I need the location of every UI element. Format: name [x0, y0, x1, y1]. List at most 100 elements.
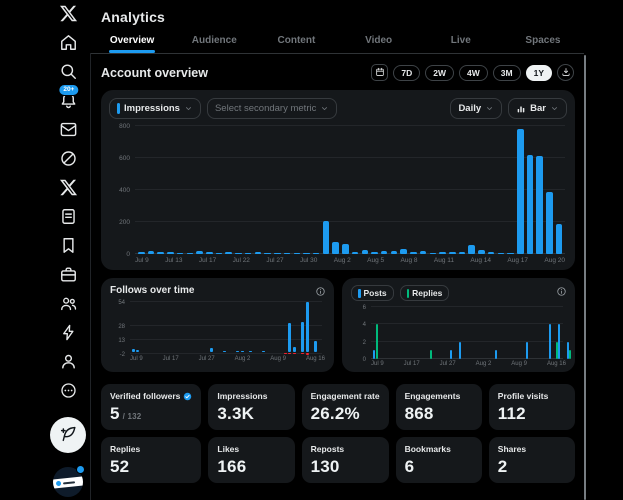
impressions-bar	[157, 252, 164, 254]
calendar-icon	[375, 65, 385, 80]
tab-label: Spaces	[525, 35, 560, 46]
x-tick-label: Aug 16	[547, 361, 566, 367]
range-4w-button[interactable]: 4W	[459, 65, 488, 81]
stat-label-text: Engagements	[405, 391, 461, 401]
download-button[interactable]	[557, 64, 574, 81]
impressions-bar	[439, 252, 446, 254]
sidebar-communities-button[interactable]	[56, 293, 80, 317]
x-tick-label: Aug 20	[544, 257, 565, 264]
day-slot	[206, 302, 209, 354]
sidebar-lists-button[interactable]	[56, 206, 80, 230]
follows-info-button[interactable]	[315, 285, 326, 296]
day-slot	[141, 302, 144, 354]
tab-spaces[interactable]: Spaces	[502, 28, 584, 53]
compose-post-button[interactable]	[50, 417, 86, 453]
stat-value: 868	[405, 404, 473, 424]
avatar-logo-mark	[56, 481, 61, 486]
impressions-bar	[313, 253, 320, 254]
sidebar-verified-orgs-button[interactable]	[56, 322, 80, 346]
calendar-button[interactable]	[371, 64, 388, 81]
premium-icon	[59, 178, 78, 200]
primary-metric-label: Impressions	[124, 103, 180, 114]
sidebar-bookmarks-button[interactable]	[56, 235, 80, 259]
day-slot	[202, 302, 205, 354]
more-icon	[59, 381, 78, 403]
stat-value: 2	[498, 457, 566, 477]
range-2w-button[interactable]: 2W	[425, 65, 454, 81]
posts-legend-toggle[interactable]: Posts	[351, 285, 394, 301]
sidebar-more-button[interactable]	[56, 380, 80, 404]
sidebar-search-button[interactable]	[56, 61, 80, 85]
x-tick-label: Aug 9	[270, 356, 286, 362]
active-tab-indicator	[109, 50, 155, 53]
sidebar-nav: 20+	[0, 0, 90, 500]
impressions-chart-card: Impressions Select secondary metric Dail…	[101, 90, 575, 270]
impressions-bar	[264, 253, 271, 254]
x-tick-label: Jul 27	[440, 361, 456, 367]
posts-x-axis: Jul 9Jul 17Jul 27Aug 2Aug 9Aug 16	[371, 361, 566, 367]
posts-bar	[495, 350, 497, 359]
tab-content[interactable]: Content	[255, 28, 337, 53]
follows-bar	[262, 351, 265, 352]
stat-tile-impressions: Impressions3.3K	[208, 384, 294, 430]
range-1y-button[interactable]: 1Y	[526, 65, 552, 81]
main-content: Analytics OverviewAudienceContentVideoLi…	[91, 0, 584, 500]
sidebar-x-logo-button[interactable]	[56, 3, 80, 27]
sidebar-notifications-button[interactable]: 20+	[56, 90, 80, 114]
tab-video[interactable]: Video	[338, 28, 420, 53]
secondary-charts-row: Follows over time 542813-2 Jul 9Jul 17Ju…	[101, 278, 575, 372]
day-slot	[184, 302, 187, 354]
x-tick-label: Aug 2	[476, 361, 492, 367]
stat-label: Profile visits	[498, 391, 566, 401]
tab-overview[interactable]: Overview	[91, 28, 173, 53]
day-slot	[249, 302, 252, 354]
impressions-bar	[459, 252, 466, 254]
chart-type-dropdown[interactable]: Bar	[508, 98, 567, 119]
tab-audience[interactable]: Audience	[173, 28, 255, 53]
replies-legend-toggle[interactable]: Replies	[400, 285, 450, 301]
impressions-bar	[449, 252, 456, 254]
impressions-bar	[177, 253, 184, 254]
range-3m-button[interactable]: 3M	[493, 65, 521, 81]
x-tick-label: Jul 13	[165, 257, 182, 264]
sidebar-jobs-button[interactable]	[56, 264, 80, 288]
impressions-bar	[342, 244, 349, 254]
impressions-bar	[362, 250, 369, 254]
search-icon	[59, 62, 78, 84]
primary-metric-dropdown[interactable]: Impressions	[109, 98, 201, 119]
day-slot	[136, 302, 139, 354]
stat-tile-verified-followers: Verified followers5/ 132	[101, 384, 201, 430]
frequency-dropdown[interactable]: Daily	[450, 98, 502, 119]
sidebar-profile-button[interactable]	[56, 351, 80, 375]
day-slot	[180, 302, 183, 354]
day-slot	[271, 302, 274, 354]
sidebar-messages-button[interactable]	[56, 119, 80, 143]
impressions-bar	[196, 251, 203, 254]
bars-layer	[132, 302, 322, 354]
stat-value-number: 166	[217, 457, 246, 477]
sidebar-grok-button[interactable]	[56, 148, 80, 172]
chevron-down-icon	[550, 104, 559, 113]
day-slot	[275, 302, 278, 354]
day-slot	[215, 302, 218, 354]
day-slot	[175, 302, 178, 354]
tab-label: Content	[278, 35, 316, 46]
day-slot	[193, 302, 196, 354]
day-slot	[319, 302, 322, 354]
secondary-metric-dropdown[interactable]: Select secondary metric	[207, 98, 337, 119]
stat-tile-replies: Replies52	[101, 437, 201, 483]
tab-live[interactable]: Live	[420, 28, 502, 53]
posts-info-button[interactable]	[556, 285, 567, 296]
sidebar-premium-button[interactable]	[56, 177, 80, 201]
sidebar-home-button[interactable]	[56, 32, 80, 56]
day-slot	[245, 302, 248, 354]
replies-bar	[569, 350, 571, 359]
day-slot	[288, 302, 291, 354]
range-7d-button[interactable]: 7D	[393, 65, 420, 81]
account-menu[interactable]	[53, 467, 83, 497]
vertical-scrollbar[interactable]	[584, 55, 586, 500]
follows-card-title: Follows over time	[110, 285, 325, 296]
y-tick-600: 600	[109, 155, 130, 162]
stat-value: 52	[110, 457, 192, 477]
impressions-x-axis: Jul 9Jul 13Jul 17Jul 22Jul 27Jul 30Aug 2…	[135, 257, 565, 264]
